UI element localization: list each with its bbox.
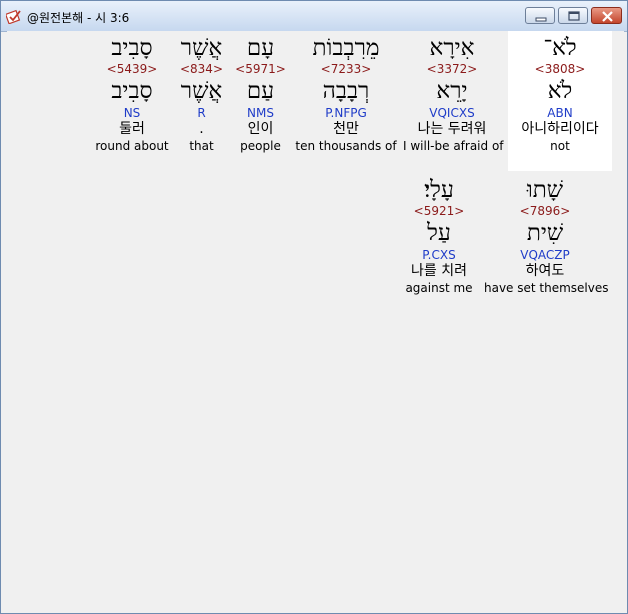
word-column[interactable]: עָלָי׃ <5921> עַל P.CXS 나를 치려 against me (403, 173, 475, 295)
morphology-code[interactable]: R (174, 106, 229, 120)
strong-number[interactable]: <5439> (94, 62, 170, 76)
minimize-button[interactable] (525, 7, 555, 24)
close-icon (602, 11, 613, 22)
morphology-code[interactable]: ABN (508, 106, 612, 120)
interlinear-view: לֹא־ <3808> לֹא ABN 아니하리이다 not אִירָא <3… (7, 31, 624, 611)
word-column[interactable]: עָם <5971> עַם NMS 인이 people (233, 31, 288, 153)
english-gloss: not (550, 139, 570, 153)
word-column[interactable]: סָבִיב <5439> סָבִיב NS 둘러 round about (94, 31, 170, 153)
word-column[interactable]: שָׁתוּ <7896> שִׁית VQACZP 하여도 have set … (484, 173, 609, 295)
hebrew-lemma: עַל (427, 220, 451, 246)
korean-gloss: 나는 두려워 (417, 121, 487, 137)
hebrew-word: שָׁתוּ (526, 177, 564, 203)
minimize-icon (535, 17, 547, 22)
word-column[interactable]: אִירָא <3372> יָרֵא VQICXS 나는 두려워 I will… (403, 31, 504, 153)
hebrew-lemma: רְבָבָה (322, 78, 370, 104)
morphology-code[interactable]: NMS (233, 106, 288, 120)
morphology-code[interactable]: VQACZP (484, 248, 606, 262)
korean-gloss: 하여도 (525, 263, 565, 279)
hebrew-word: אֲשֶׁר (180, 35, 223, 61)
strong-number[interactable]: <5921> (403, 204, 475, 218)
morphology-code[interactable]: VQICXS (403, 106, 501, 120)
morphology-code[interactable]: P.CXS (403, 248, 475, 262)
english-gloss: I will-be afraid of (403, 139, 504, 153)
hebrew-word: סָבִיב (111, 35, 153, 61)
korean-gloss: 인이 (247, 121, 274, 137)
english-gloss: ten thousands of (295, 139, 397, 153)
window-title: @원전본해 - 시 3:6 (27, 11, 130, 25)
close-button[interactable] (591, 7, 622, 24)
korean-gloss: . (199, 121, 204, 137)
hebrew-word: עָם (246, 35, 275, 61)
hebrew-word: אִירָא (429, 35, 475, 61)
strong-number[interactable]: <3372> (403, 62, 501, 76)
morphology-code[interactable]: P.NFPG (294, 106, 398, 120)
word-column[interactable]: מֵרִבְבוֹת <7233> רְבָבָה P.NFPG 천만 ten … (294, 31, 398, 153)
hebrew-lemma: אֲשֶׁר (180, 78, 223, 104)
english-gloss: have set themselves (484, 281, 609, 295)
hebrew-lemma: סָבִיב (111, 78, 153, 104)
strong-number[interactable]: <834> (174, 62, 229, 76)
app-window: @원전본해 - 시 3:6 לֹא־ <3808> לֹא ABN 아니하리이다 (0, 0, 628, 614)
korean-gloss: 나를 치려 (411, 263, 467, 279)
strong-number[interactable]: <7896> (484, 204, 606, 218)
hebrew-word: עָלָי׃ (424, 177, 454, 203)
korean-gloss: 아니하리이다 (521, 121, 599, 137)
word-column[interactable]: לֹא־ <3808> לֹא ABN 아니하리이다 not (508, 31, 612, 171)
maximize-icon (568, 11, 580, 21)
maximize-button[interactable] (558, 7, 588, 24)
bible-app-icon (6, 9, 21, 24)
hebrew-lemma: עַם (246, 78, 275, 104)
strong-number[interactable]: <5971> (233, 62, 288, 76)
strong-number[interactable]: <3808> (508, 62, 612, 76)
word-column[interactable]: אֲשֶׁר <834> אֲשֶׁר R . that (174, 31, 229, 153)
english-gloss: that (189, 139, 214, 153)
hebrew-lemma: שִׁית (526, 220, 564, 246)
english-gloss: against me (405, 281, 473, 295)
title-bar[interactable]: @원전본해 - 시 3:6 (1, 1, 627, 32)
hebrew-word: מֵרִבְבוֹת (312, 35, 380, 61)
hebrew-word: לֹא־ (543, 35, 577, 61)
hebrew-lemma: לֹא (547, 78, 573, 104)
hebrew-lemma: יָרֵא (436, 78, 468, 104)
korean-gloss: 둘러 (119, 121, 145, 137)
english-gloss: people (240, 139, 281, 153)
strong-number[interactable]: <7233> (294, 62, 398, 76)
korean-gloss: 천만 (333, 121, 359, 137)
english-gloss: round about (95, 139, 169, 153)
morphology-code[interactable]: NS (94, 106, 170, 120)
